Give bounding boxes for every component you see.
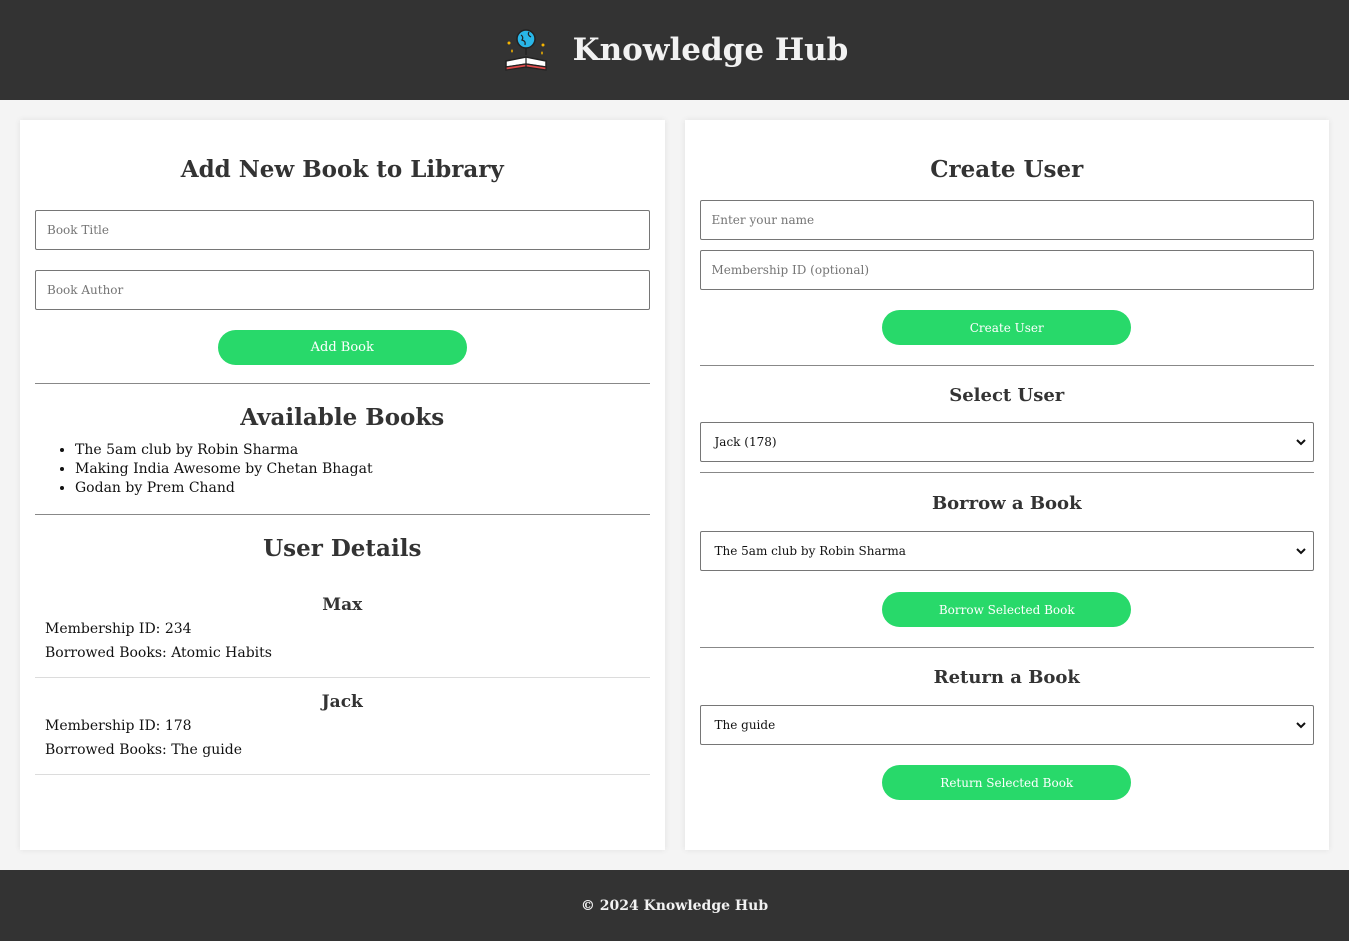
user-card: Max Membership ID: 234 Borrowed Books: A… [35, 595, 650, 665]
chevron-down-icon [1296, 722, 1306, 729]
list-item: Making India Awesome by Chetan Bhagat [75, 460, 650, 479]
create-user-button[interactable]: Create User [882, 310, 1132, 345]
user-membership: Membership ID: 178 [45, 718, 192, 734]
footer-text: © 2024 Knowledge Hub [580, 897, 769, 914]
divider [35, 514, 650, 515]
user-details-heading: User Details [263, 535, 422, 562]
site-title: Knowledge Hub [572, 32, 849, 68]
add-book-button[interactable]: Add Book [217, 330, 467, 365]
add-book-heading: Add New Book to Library [180, 156, 504, 183]
create-user-heading: Create User [930, 156, 1084, 183]
site-header: Knowledge Hub [0, 0, 1349, 100]
user-borrowed: Borrowed Books: The guide [45, 742, 242, 758]
divider [699, 647, 1314, 648]
return-book-select[interactable]: The guide [699, 705, 1314, 745]
divider [35, 677, 650, 678]
chevron-down-icon [1296, 548, 1306, 555]
book-title-input[interactable] [35, 210, 650, 250]
site-footer: © 2024 Knowledge Hub [0, 870, 1349, 941]
list-item: Godan by Prem Chand [75, 479, 650, 498]
return-select-value: The guide [714, 718, 776, 732]
divider [35, 774, 650, 775]
user-select-value: Jack (178) [714, 435, 777, 449]
main-content: Add New Book to Library Add Book Availab… [0, 100, 1349, 870]
borrow-select-value: The 5am club by Robin Sharma [714, 544, 906, 558]
return-heading: Return a Book [933, 667, 1080, 688]
list-item: The 5am club by Robin Sharma [75, 441, 650, 460]
users-panel: Create User Create User Select User Jack… [684, 120, 1329, 850]
user-membership: Membership ID: 234 [45, 621, 192, 637]
available-books-heading: Available Books [240, 404, 445, 431]
book-globe-icon [504, 29, 547, 71]
name-input[interactable] [699, 200, 1314, 240]
return-book-button[interactable]: Return Selected Book [882, 765, 1132, 800]
user-select[interactable]: Jack (178) [699, 422, 1314, 462]
chevron-down-icon [1296, 439, 1306, 446]
divider [35, 383, 650, 384]
borrow-book-button[interactable]: Borrow Selected Book [882, 592, 1132, 627]
divider [699, 365, 1314, 366]
borrow-book-select[interactable]: The 5am club by Robin Sharma [699, 531, 1314, 571]
user-name: Max [322, 595, 363, 615]
membership-id-input[interactable] [699, 250, 1314, 290]
book-author-input[interactable] [35, 270, 650, 310]
select-user-heading: Select User [949, 385, 1065, 406]
available-books-list: The 5am club by Robin Sharma Making Indi… [35, 441, 650, 498]
divider [699, 472, 1314, 473]
user-borrowed: Borrowed Books: Atomic Habits [45, 645, 272, 661]
borrow-heading: Borrow a Book [931, 493, 1082, 514]
library-panel: Add New Book to Library Add Book Availab… [20, 120, 665, 850]
user-name: Jack [321, 692, 363, 712]
user-card: Jack Membership ID: 178 Borrowed Books: … [35, 692, 650, 762]
